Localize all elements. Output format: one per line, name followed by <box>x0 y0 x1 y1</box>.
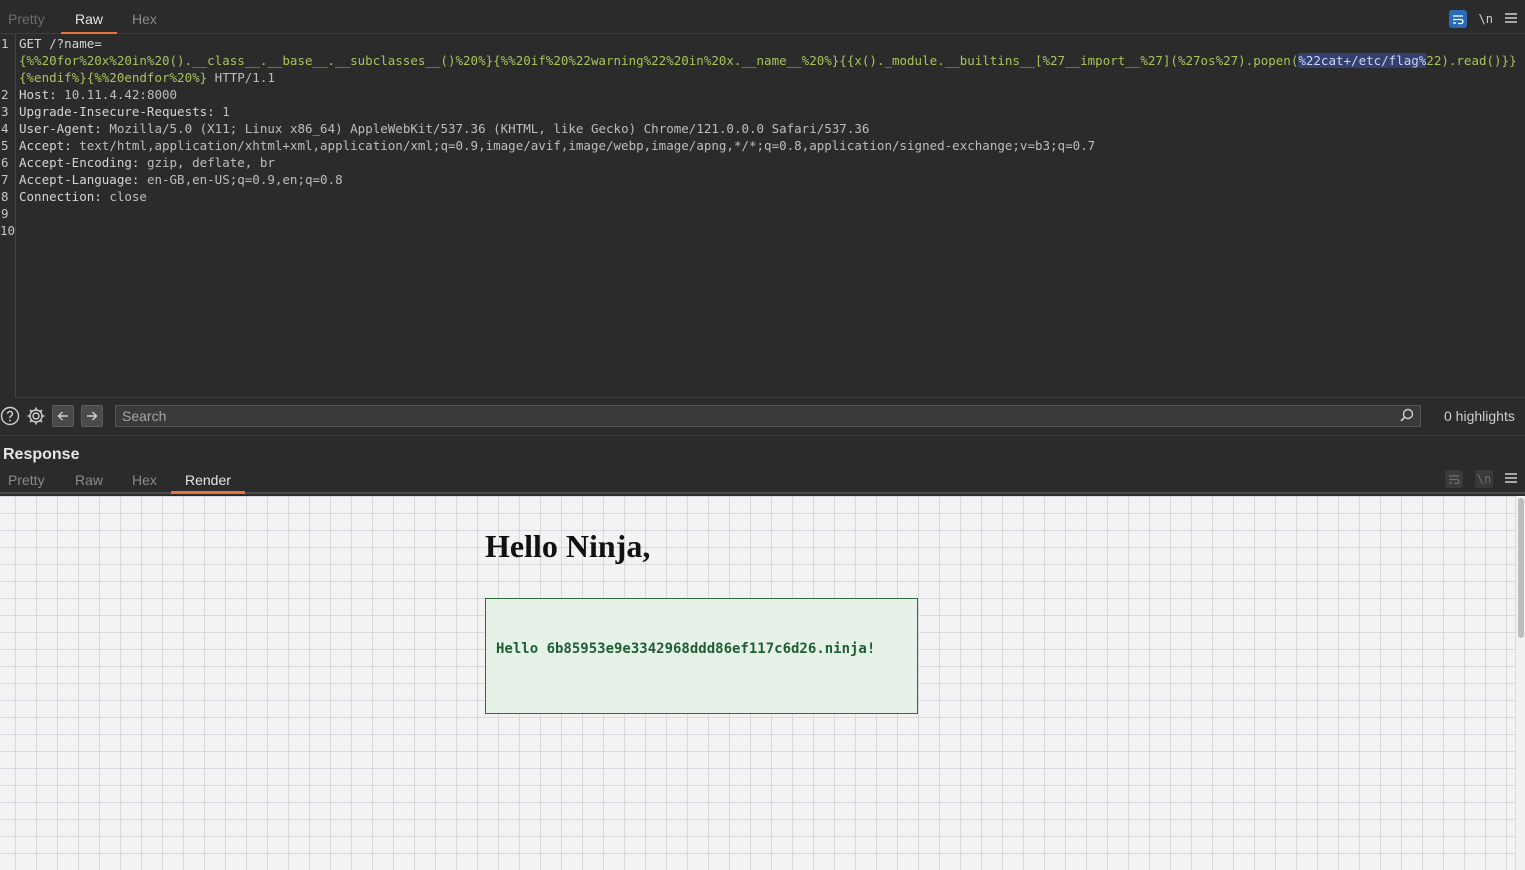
forward-arrow-icon[interactable] <box>81 405 103 427</box>
header-line-upgrade: Upgrade-Insecure-Requests: 1 <box>19 104 230 119</box>
tab-hex[interactable]: Hex <box>132 466 157 492</box>
line-number: 4 <box>1 121 9 136</box>
header-line-accept-language: Accept-Language: en-GB,en-US;q=0.9,en;q=… <box>19 172 343 187</box>
scrollbar-thumb[interactable] <box>1518 498 1524 638</box>
rendered-page: Hello Ninja, Hello 6b85953e9e3342968ddd8… <box>0 496 1515 870</box>
tab-hex[interactable]: Hex <box>132 0 157 33</box>
response-view-toolbar: \n <box>1445 462 1517 496</box>
search-bar: 0 highlights <box>0 398 1525 436</box>
message-box: Hello 6b85953e9e3342968ddd86ef117c6d26.n… <box>485 598 918 714</box>
wrap-lines-icon <box>1445 470 1463 488</box>
request-view-toolbar: \n <box>1448 2 1517 36</box>
newline-toggle-icon: \n <box>1475 470 1493 488</box>
header-line-accept-encoding: Accept-Encoding: gzip, deflate, br <box>19 155 275 170</box>
search-input[interactable] <box>115 405 1421 427</box>
header-line-host: Host: 10.11.4.42:8000 <box>19 87 178 102</box>
tab-raw[interactable]: Raw <box>75 466 103 492</box>
response-title: Response <box>3 446 80 463</box>
menu-icon[interactable] <box>1505 10 1517 28</box>
request-tab-bar: Pretty Raw Hex \n <box>0 0 1525 36</box>
header-line-connection: Connection: close <box>19 189 147 204</box>
line-number: 6 <box>1 155 9 170</box>
request-line-params: {%%20for%20x%20in%20().__class__.__base_… <box>19 52 1525 86</box>
selected-text: %22cat+/etc/flag% <box>1298 53 1427 68</box>
help-icon[interactable] <box>0 405 21 427</box>
header-line-user-agent: User-Agent: Mozilla/5.0 (X11; Linux x86_… <box>19 121 870 136</box>
line-number: 5 <box>1 138 9 153</box>
highlights-count: 0 highlights <box>1444 408 1515 424</box>
line-number: 9 <box>1 206 9 221</box>
message-text: Hello 6b85953e9e3342968ddd86ef117c6d26.n… <box>496 641 876 657</box>
query-param-text: {%%20for%20x%20in%20().__class__.__base_… <box>19 53 1299 68</box>
line-number: 2 <box>1 87 9 102</box>
wrap-lines-icon[interactable] <box>1448 10 1467 28</box>
request-line: GET /?name= <box>19 36 102 51</box>
newline-toggle-icon[interactable]: \n <box>1479 12 1493 26</box>
line-number: 7 <box>1 172 9 187</box>
search-icon[interactable] <box>1400 408 1414 427</box>
tab-render[interactable]: Render <box>171 466 245 494</box>
page-heading: Hello Ninja, <box>485 528 651 564</box>
header-line-accept: Accept: text/html,application/xhtml+xml,… <box>19 138 1096 153</box>
tab-raw[interactable]: Raw <box>60 0 118 35</box>
tab-pretty[interactable]: Pretty <box>8 0 45 33</box>
line-number: 8 <box>1 189 9 204</box>
render-scrollbar[interactable] <box>1515 496 1525 870</box>
response-tab-bar: Pretty Raw Hex Render \n <box>0 466 1525 494</box>
line-number: 1 <box>1 36 9 51</box>
menu-icon[interactable] <box>1505 470 1517 488</box>
gear-icon[interactable] <box>25 405 47 427</box>
line-number: 3 <box>1 104 9 119</box>
http-version: HTTP/1.1 <box>207 70 275 85</box>
back-arrow-icon[interactable] <box>52 405 74 427</box>
tab-pretty[interactable]: Pretty <box>8 466 45 492</box>
line-number: 10 <box>0 223 16 238</box>
request-editor[interactable]: 1 2 3 4 5 6 7 8 9 10 GET /?name= {%%20fo… <box>0 34 1525 398</box>
